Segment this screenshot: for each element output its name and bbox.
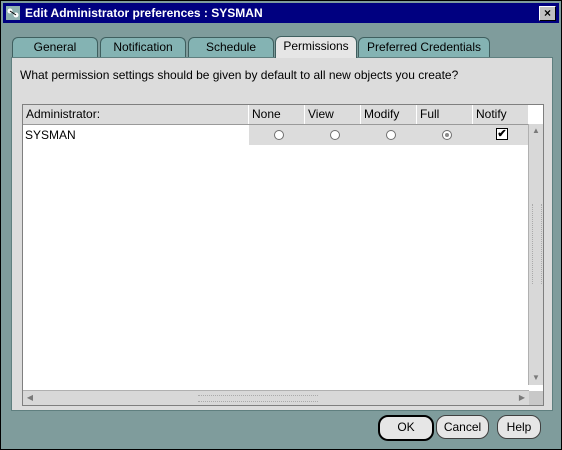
permission-cells: ✔	[249, 125, 529, 145]
tab-bar: General Notification Schedule Permission…	[11, 36, 551, 58]
scroll-corner	[529, 391, 543, 405]
tab-permissions[interactable]: Permissions	[275, 36, 357, 58]
permissions-table: Administrator: None View Modify Full Not…	[22, 104, 544, 406]
column-header-notify[interactable]: Notify	[473, 105, 529, 124]
permissions-panel: What permission settings should be given…	[11, 57, 553, 411]
radio-full[interactable]	[442, 130, 452, 140]
column-header-none[interactable]: None	[249, 105, 305, 124]
scroll-right-icon[interactable]: ▶	[515, 391, 529, 405]
tab-general[interactable]: General	[12, 37, 98, 57]
table-header: Administrator: None View Modify Full Not…	[23, 105, 529, 125]
dialog-window: Edit Administrator preferences : SYSMAN …	[0, 0, 562, 450]
cancel-button[interactable]: Cancel	[436, 415, 489, 439]
app-icon	[6, 6, 20, 20]
close-icon[interactable]: ×	[539, 6, 556, 21]
column-header-modify[interactable]: Modify	[361, 105, 417, 124]
column-header-administrator[interactable]: Administrator:	[23, 105, 249, 124]
scroll-down-icon[interactable]: ▼	[529, 371, 543, 385]
scroll-left-icon[interactable]: ◀	[23, 391, 37, 405]
vertical-scroll-thumb[interactable]	[532, 204, 542, 284]
column-header-full[interactable]: Full	[417, 105, 473, 124]
radio-none[interactable]	[274, 130, 284, 140]
radio-modify[interactable]	[386, 130, 396, 140]
radio-view[interactable]	[330, 130, 340, 140]
horizontal-scroll-thumb[interactable]	[198, 395, 318, 402]
window-title: Edit Administrator preferences : SYSMAN	[25, 6, 263, 20]
title-bar[interactable]: Edit Administrator preferences : SYSMAN …	[3, 3, 559, 23]
administrator-name: SYSMAN	[25, 128, 76, 142]
notify-checkbox[interactable]: ✔	[496, 128, 508, 140]
horizontal-scrollbar[interactable]: ◀ ▶	[23, 390, 529, 405]
table-row[interactable]: SYSMAN ✔	[23, 125, 529, 145]
prompt-text: What permission settings should be given…	[20, 68, 459, 82]
tab-preferred-credentials[interactable]: Preferred Credentials	[358, 37, 490, 57]
tab-schedule[interactable]: Schedule	[188, 37, 274, 57]
column-header-view[interactable]: View	[305, 105, 361, 124]
ok-button[interactable]: OK	[378, 415, 434, 441]
scroll-up-icon[interactable]: ▲	[529, 124, 543, 138]
tab-notification[interactable]: Notification	[100, 37, 186, 57]
help-button[interactable]: Help	[497, 415, 541, 439]
vertical-scrollbar[interactable]: ▲ ▼	[528, 124, 543, 385]
